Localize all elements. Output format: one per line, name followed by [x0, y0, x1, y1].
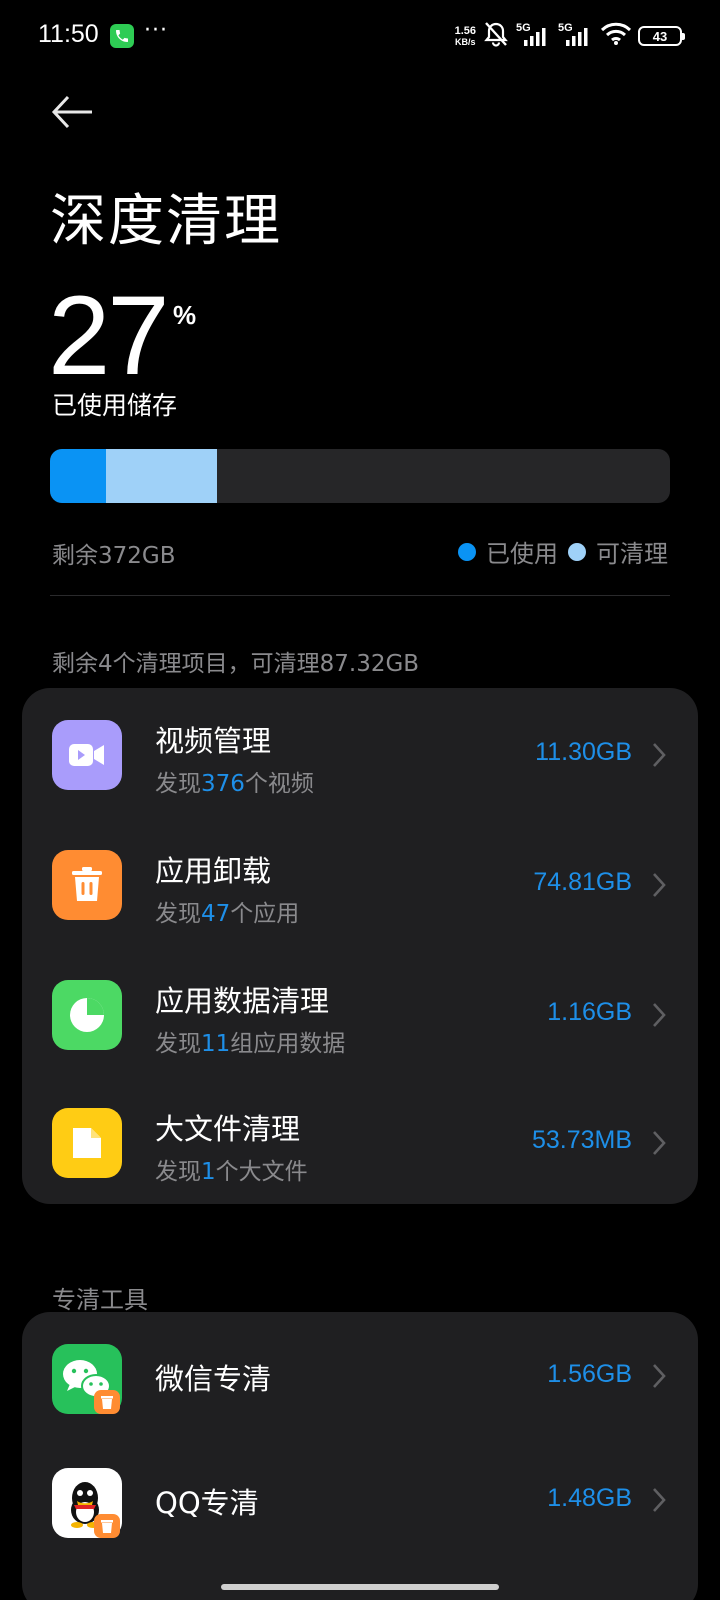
wifi-icon [600, 22, 632, 50]
network-speed-unit: KB/s [455, 36, 476, 47]
chevron-right-icon [653, 1003, 666, 1027]
item-size: 11.30GB [535, 738, 632, 766]
deep-clean-screen: 11:50 ··· 1.56 KB/s 5G 5G 43 深度清理 27 % 已… [0, 0, 720, 1600]
chevron-right-icon [653, 743, 666, 767]
list-item-wechat-clean[interactable]: 微信专清 1.56GB [22, 1312, 698, 1444]
more-notifications-icon: ··· [144, 18, 168, 43]
item-name: 应用卸载 [155, 854, 272, 888]
item-size: 1.16GB [547, 998, 632, 1026]
qq-icon [52, 1468, 122, 1538]
storage-used-percent: 27 [48, 273, 170, 398]
percent-sign: % [173, 300, 197, 330]
item-subtitle: 发现11组应用数据 [155, 1031, 346, 1057]
network-speed: 1.56 KB/s [454, 24, 476, 47]
legend-cleanable-dot [568, 542, 586, 561]
chevron-right-icon [653, 1364, 666, 1388]
storage-usage-bar [50, 449, 670, 503]
item-name: 微信专清 [155, 1362, 272, 1396]
legend-used-label: 已使用 [486, 540, 558, 568]
clean-summary: 剩余4个清理项目，可清理87.32GB [52, 651, 420, 677]
tools-card: 微信专清 1.56GB QQ专清 1.48GB [22, 1312, 698, 1600]
item-size: 1.48GB [547, 1484, 632, 1512]
mute-bell-icon [482, 21, 510, 51]
storage-used-label: 已使用储存 [52, 391, 178, 420]
list-item-app-uninstall[interactable]: 应用卸载 发现47个应用 74.81GB [22, 818, 698, 950]
storage-remaining: 剩余372GB [52, 543, 176, 569]
status-time: 11:50 [38, 20, 99, 48]
clean-items-card: 视频管理 发现376个视频 11.30GB 应用卸载 发现47个应用 74.81… [22, 688, 698, 1204]
item-count: 376 [201, 771, 245, 797]
legend-used-dot [458, 542, 476, 561]
item-count: 11 [201, 1031, 231, 1057]
signal-sim2-icon: 5G [558, 22, 594, 48]
video-icon [52, 720, 122, 790]
chevron-right-icon [653, 1131, 666, 1155]
storage-cleanable-segment [105, 449, 218, 503]
arrow-left-icon [51, 95, 92, 129]
back-button[interactable] [50, 92, 94, 132]
network-speed-value: 1.56 [454, 24, 476, 37]
item-subtitle: 发现376个视频 [155, 771, 314, 797]
list-item-app-data-clean[interactable]: 应用数据清理 发现11组应用数据 1.16GB [22, 948, 698, 1080]
item-subtitle: 发现47个应用 [155, 901, 300, 927]
home-indicator[interactable] [221, 1584, 499, 1590]
item-size: 74.81GB [533, 868, 632, 896]
legend-cleanable-label: 可清理 [596, 540, 668, 568]
item-count: 1 [201, 1159, 216, 1185]
status-right: 1.56 KB/s 5G 5G 43 [454, 21, 685, 51]
status-bar: 11:50 ··· 1.56 KB/s 5G 5G 43 [0, 0, 720, 72]
divider [50, 595, 670, 596]
item-count: 47 [201, 901, 231, 927]
list-item-qq-clean[interactable]: QQ专清 1.48GB [22, 1436, 698, 1568]
legend-used: 已使用 [458, 534, 558, 569]
phone-call-icon [110, 24, 134, 48]
item-name: 视频管理 [155, 724, 272, 758]
item-name: 应用数据清理 [155, 984, 330, 1018]
list-item-large-files[interactable]: 大文件清理 发现1个大文件 53.73MB [22, 1076, 698, 1208]
item-name: QQ专清 [155, 1486, 259, 1520]
item-size: 53.73MB [531, 1126, 632, 1154]
wechat-icon [52, 1344, 122, 1414]
signal-sim1-icon: 5G [516, 22, 552, 48]
folder-icon [52, 1108, 122, 1178]
battery-icon: 43 [638, 26, 685, 46]
trash-icon [52, 850, 122, 920]
pie-chart-icon [52, 980, 122, 1050]
item-size: 1.56GB [547, 1360, 632, 1388]
chevron-right-icon [653, 873, 666, 897]
item-name: 大文件清理 [155, 1112, 301, 1146]
list-item-video-management[interactable]: 视频管理 发现376个视频 11.30GB [22, 688, 698, 820]
page-title: 深度清理 [50, 189, 282, 254]
battery-level: 43 [652, 28, 668, 44]
chevron-right-icon [653, 1488, 666, 1512]
item-subtitle: 发现1个大文件 [155, 1159, 308, 1185]
storage-legend: 已使用 可清理 [458, 534, 668, 569]
legend-cleanable: 可清理 [568, 534, 668, 569]
section-title-tools: 专清工具 [52, 1286, 148, 1314]
storage-used-segment [50, 449, 106, 503]
